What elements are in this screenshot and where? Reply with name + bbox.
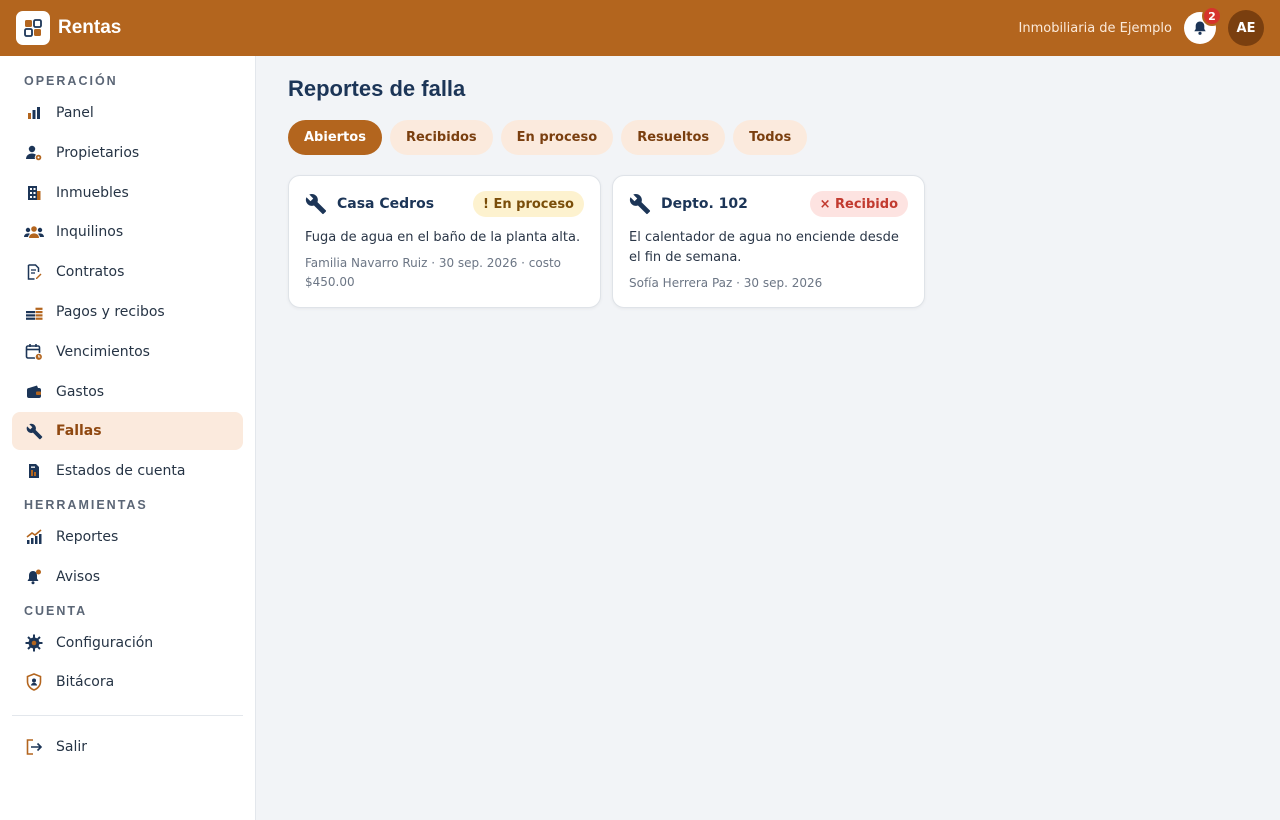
sidebar-item-propietarios[interactable]: Propietarios (12, 134, 243, 172)
sidebar-item-label: Pagos y recibos (56, 303, 165, 320)
section-title-herramientas: HERRAMIENTAS (24, 497, 148, 512)
sidebar-item-estados-de-cuenta[interactable]: Estados de cuenta (12, 452, 243, 490)
payments-icon (24, 302, 44, 322)
card-header: Casa Cedros ! En proceso (305, 190, 584, 218)
wallet-icon (24, 382, 44, 402)
gear-icon (24, 633, 44, 653)
brand-name[interactable]: Rentas (58, 17, 121, 39)
sidebar-item-pagos-y-recibos[interactable]: Pagos y recibos (12, 293, 243, 331)
section-title-cuenta: CUENTA (24, 603, 88, 618)
card-header: Depto. 102 × Recibido (629, 190, 908, 218)
sidebar-item-panel[interactable]: Panel (12, 94, 243, 132)
sidebar-item-inmuebles[interactable]: Inmuebles (12, 174, 243, 212)
sidebar-item-gastos[interactable]: Gastos (12, 373, 243, 411)
owner-icon (24, 143, 44, 163)
fault-report-list: Casa Cedros ! En proceso Fuga de agua en… (288, 175, 1248, 308)
status-badge: ! En proceso (473, 191, 584, 217)
bar-chart-icon (24, 103, 44, 123)
status-badge: × Recibido (809, 191, 908, 217)
logout-button[interactable]: Salir (12, 728, 243, 766)
bell-icon (24, 567, 44, 587)
notifications-button[interactable]: 2 (1184, 6, 1222, 44)
user-avatar[interactable]: AE (1228, 10, 1264, 46)
tenants-icon (24, 222, 44, 242)
sidebar-item-label: Reportes (56, 528, 119, 545)
topbar-actions: Inmobiliaria de Ejemplo 2 AE (1018, 6, 1264, 46)
logout-icon (24, 737, 44, 757)
sidebar-item-configuracion[interactable]: Configuración (12, 624, 243, 662)
statement-icon (24, 461, 44, 481)
sidebar-item-label: Panel (56, 105, 94, 121)
sidebar-item-inquilinos[interactable]: Inquilinos (12, 213, 243, 251)
top-bar: Rentas Inmobiliaria de Ejemplo 2 AE (0, 0, 1280, 56)
wrench-icon (305, 194, 327, 215)
tab-recibidos[interactable]: Recibidos (389, 120, 493, 155)
tab-todos[interactable]: Todos (733, 120, 808, 155)
sidebar-item-avisos[interactable]: Avisos (12, 558, 243, 596)
tab-abiertos[interactable]: Abiertos (288, 120, 382, 155)
sidebar-item-label: Contratos (56, 264, 125, 281)
sidebar-item-label: Vencimientos (56, 343, 150, 360)
main-content: Reportes de falla Abiertos Recibidos En … (256, 56, 1280, 820)
building-icon (24, 183, 44, 203)
wrench-icon (24, 421, 44, 441)
section-title-operacion: OPERACIÓN (24, 74, 118, 88)
fault-meta: Familia Navarro Ruiz · 30 sep. 2026 · co… (305, 256, 562, 289)
page-title: Reportes de falla (288, 76, 466, 101)
sidebar-item-contratos[interactable]: Contratos (12, 253, 243, 291)
sidebar-item-label: Configuración (56, 634, 154, 651)
property-name: Depto. 102 (661, 196, 748, 212)
sidebar: OPERACIÓN Panel Propietarios Inmuebles I… (0, 56, 256, 820)
wrench-icon (629, 194, 651, 215)
calendar-icon (24, 342, 44, 362)
sidebar-item-label: Bitácora (56, 674, 115, 691)
sidebar-item-label: Inquilinos (56, 224, 124, 241)
fault-description: Fuga de agua en el baño de la planta alt… (305, 230, 581, 245)
fault-report-card[interactable]: Depto. 102 × Recibido El calentador de a… (612, 175, 925, 308)
sidebar-divider (12, 715, 243, 717)
reports-icon (24, 527, 44, 547)
fault-meta: Sofía Herrera Paz · 30 sep. 2026 (629, 276, 823, 290)
sidebar-item-fallas[interactable]: Fallas (12, 412, 243, 451)
logout-label: Salir (56, 739, 88, 756)
grid-logo-icon (24, 19, 42, 37)
tab-en-proceso[interactable]: En proceso (500, 120, 614, 155)
sidebar-item-label: Estados de cuenta (56, 463, 186, 480)
notification-count-badge: 2 (1202, 6, 1222, 26)
shield-icon (24, 672, 44, 692)
sidebar-item-label: Fallas (56, 423, 102, 440)
sidebar-item-label: Avisos (56, 568, 101, 585)
organization-name: Inmobiliaria de Ejemplo (1018, 20, 1173, 36)
sidebar-item-label: Gastos (56, 383, 105, 400)
fault-report-card[interactable]: Casa Cedros ! En proceso Fuga de agua en… (288, 175, 601, 308)
sidebar-item-vencimientos[interactable]: Vencimientos (12, 333, 243, 371)
sidebar-item-reportes[interactable]: Reportes (12, 518, 243, 556)
logo[interactable] (16, 11, 50, 45)
sidebar-item-label: Inmuebles (56, 184, 129, 201)
tab-resueltos[interactable]: Resueltos (621, 120, 726, 155)
sidebar-item-label: Propietarios (56, 144, 140, 161)
status-filter-tabs: Abiertos Recibidos En proceso Resueltos … (288, 120, 1248, 155)
property-name: Casa Cedros (337, 196, 435, 212)
fault-description: El calentador de agua no enciende desde … (629, 230, 899, 265)
contract-icon (24, 262, 44, 282)
sidebar-item-bitacora[interactable]: Bitácora (12, 663, 243, 701)
